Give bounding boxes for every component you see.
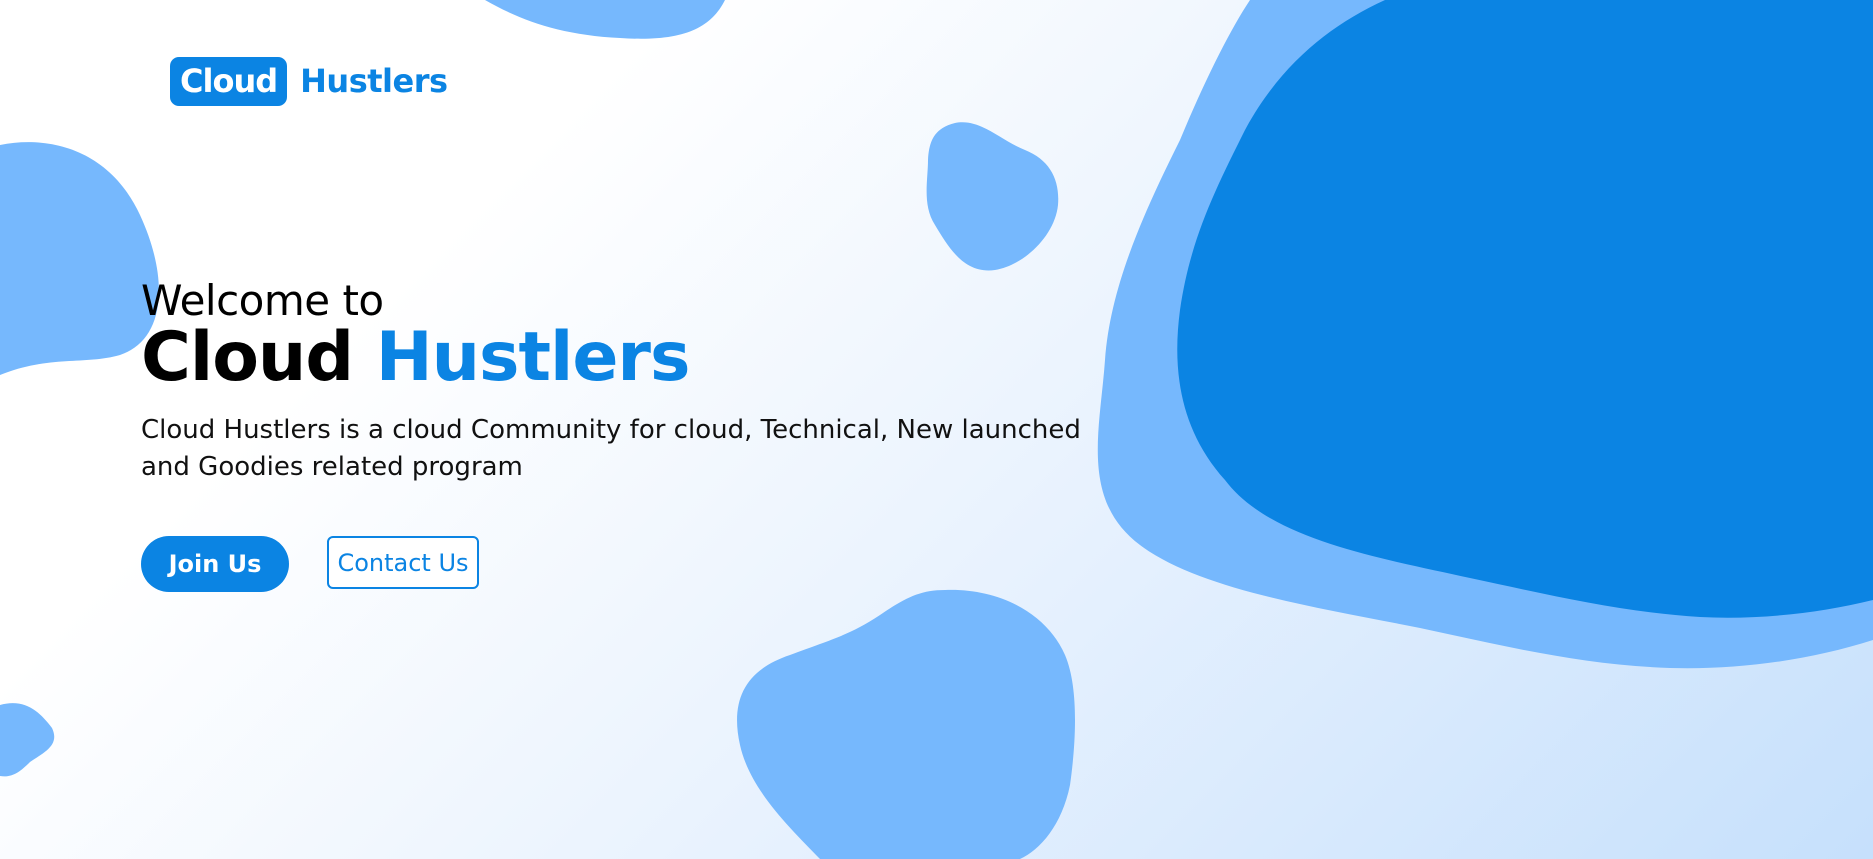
hero-section: Welcome to Cloud Hustlers Cloud Hustlers… xyxy=(141,276,1101,486)
logo-box: Cloud xyxy=(170,56,288,106)
join-us-button[interactable]: Join Us xyxy=(141,536,289,592)
hero-description: Cloud Hustlers is a cloud Community for … xyxy=(141,415,1081,482)
hero-title-part1: Cloud xyxy=(141,318,354,397)
blob-top xyxy=(485,0,725,39)
blob-center-small xyxy=(926,122,1059,271)
hero-title: Cloud Hustlers xyxy=(141,322,1101,394)
blob-bottom-center xyxy=(737,589,1075,859)
hero-title-part2: Hustlers xyxy=(375,318,691,397)
logo-text: Hustlers xyxy=(300,62,448,100)
blob-left xyxy=(0,142,159,375)
hero-buttons: Join Us Contact Us xyxy=(141,536,479,592)
brand-logo[interactable]: Cloud Hustlers xyxy=(170,56,448,106)
contact-us-button[interactable]: Contact Us xyxy=(327,536,479,589)
blob-left-small xyxy=(0,703,55,777)
